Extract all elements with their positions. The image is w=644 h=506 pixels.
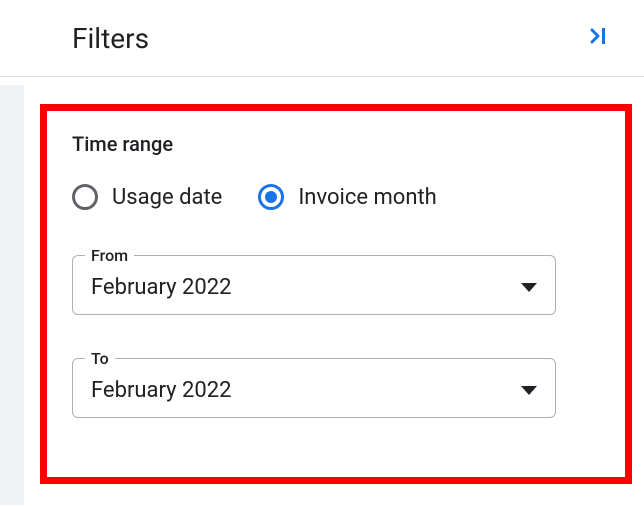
- time-range-label: Time range: [72, 132, 620, 156]
- to-date-select[interactable]: To February 2022: [72, 349, 556, 418]
- left-rail: [0, 85, 24, 505]
- time-range-radio-group: Usage date Invoice month: [72, 184, 620, 210]
- filters-content: Time range Usage date Invoice month From…: [40, 104, 632, 480]
- chevron-down-icon: [521, 386, 537, 395]
- from-date-value: February 2022: [91, 275, 231, 300]
- to-legend: To: [85, 349, 115, 368]
- usage-date-radio[interactable]: Usage date: [72, 184, 222, 210]
- usage-date-radio-label: Usage date: [112, 185, 222, 210]
- to-select-inner: February 2022: [73, 368, 555, 417]
- invoice-month-radio[interactable]: Invoice month: [258, 184, 436, 210]
- collapse-panel-icon[interactable]: [580, 16, 620, 60]
- to-date-value: February 2022: [91, 378, 231, 403]
- from-select-inner: February 2022: [73, 265, 555, 314]
- filters-title: Filters: [72, 22, 149, 55]
- radio-checked-icon: [258, 184, 284, 210]
- invoice-month-radio-label: Invoice month: [298, 185, 436, 210]
- from-legend: From: [85, 246, 134, 265]
- radio-unchecked-icon: [72, 184, 98, 210]
- filters-header: Filters: [0, 0, 644, 77]
- radio-dot-icon: [265, 191, 277, 203]
- chevron-down-icon: [521, 283, 537, 292]
- from-date-select[interactable]: From February 2022: [72, 246, 556, 315]
